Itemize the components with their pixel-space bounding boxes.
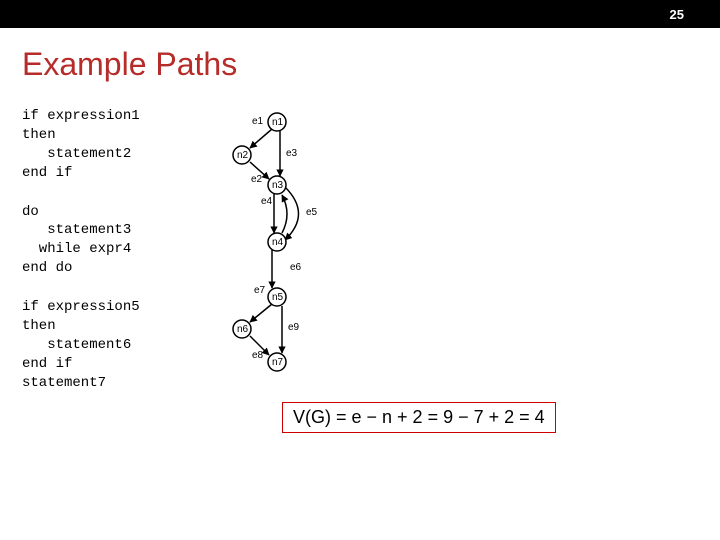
code-block-2: do statement3 while expr4 end do [22,203,212,279]
label-n2: n2 [237,150,248,161]
edge-e6 [282,195,287,233]
label-n7: n7 [272,357,283,368]
slide-number: 25 [670,7,684,22]
edge-e1 [250,129,272,148]
label-e4: e4 [261,196,272,207]
label-e9: e9 [288,322,299,333]
label-e3: e3 [286,148,297,159]
edge-e9a [250,304,272,322]
label-n3: n3 [272,180,283,191]
code-block-3: if expression5 then statement6 end if st… [22,298,212,392]
code-block-1: if expression1 then statement2 end if [22,107,212,183]
label-n6: n6 [237,324,248,335]
cyclomatic-formula: V(G) = e − n + 2 = 9 − 7 + 2 = 4 [282,402,556,433]
label-n1: n1 [272,117,283,128]
page-title: Example Paths [22,46,720,83]
content-row: if expression1 then statement2 end if do… [0,107,720,467]
code-column: if expression1 then statement2 end if do… [22,107,212,413]
label-e1: e1 [252,116,263,127]
graph-column: n1 n2 n3 n4 n5 n6 n7 e1 e2 e3 e4 e5 e6 e… [212,107,682,467]
label-e2: e2 [251,174,262,185]
label-e5: e5 [306,207,317,218]
label-n4: n4 [272,237,283,248]
label-e6: e6 [290,262,301,273]
label-e7: e7 [254,285,265,296]
slide-number-bar: 25 [0,0,720,28]
label-n5: n5 [272,292,283,303]
label-e8: e8 [252,350,263,361]
